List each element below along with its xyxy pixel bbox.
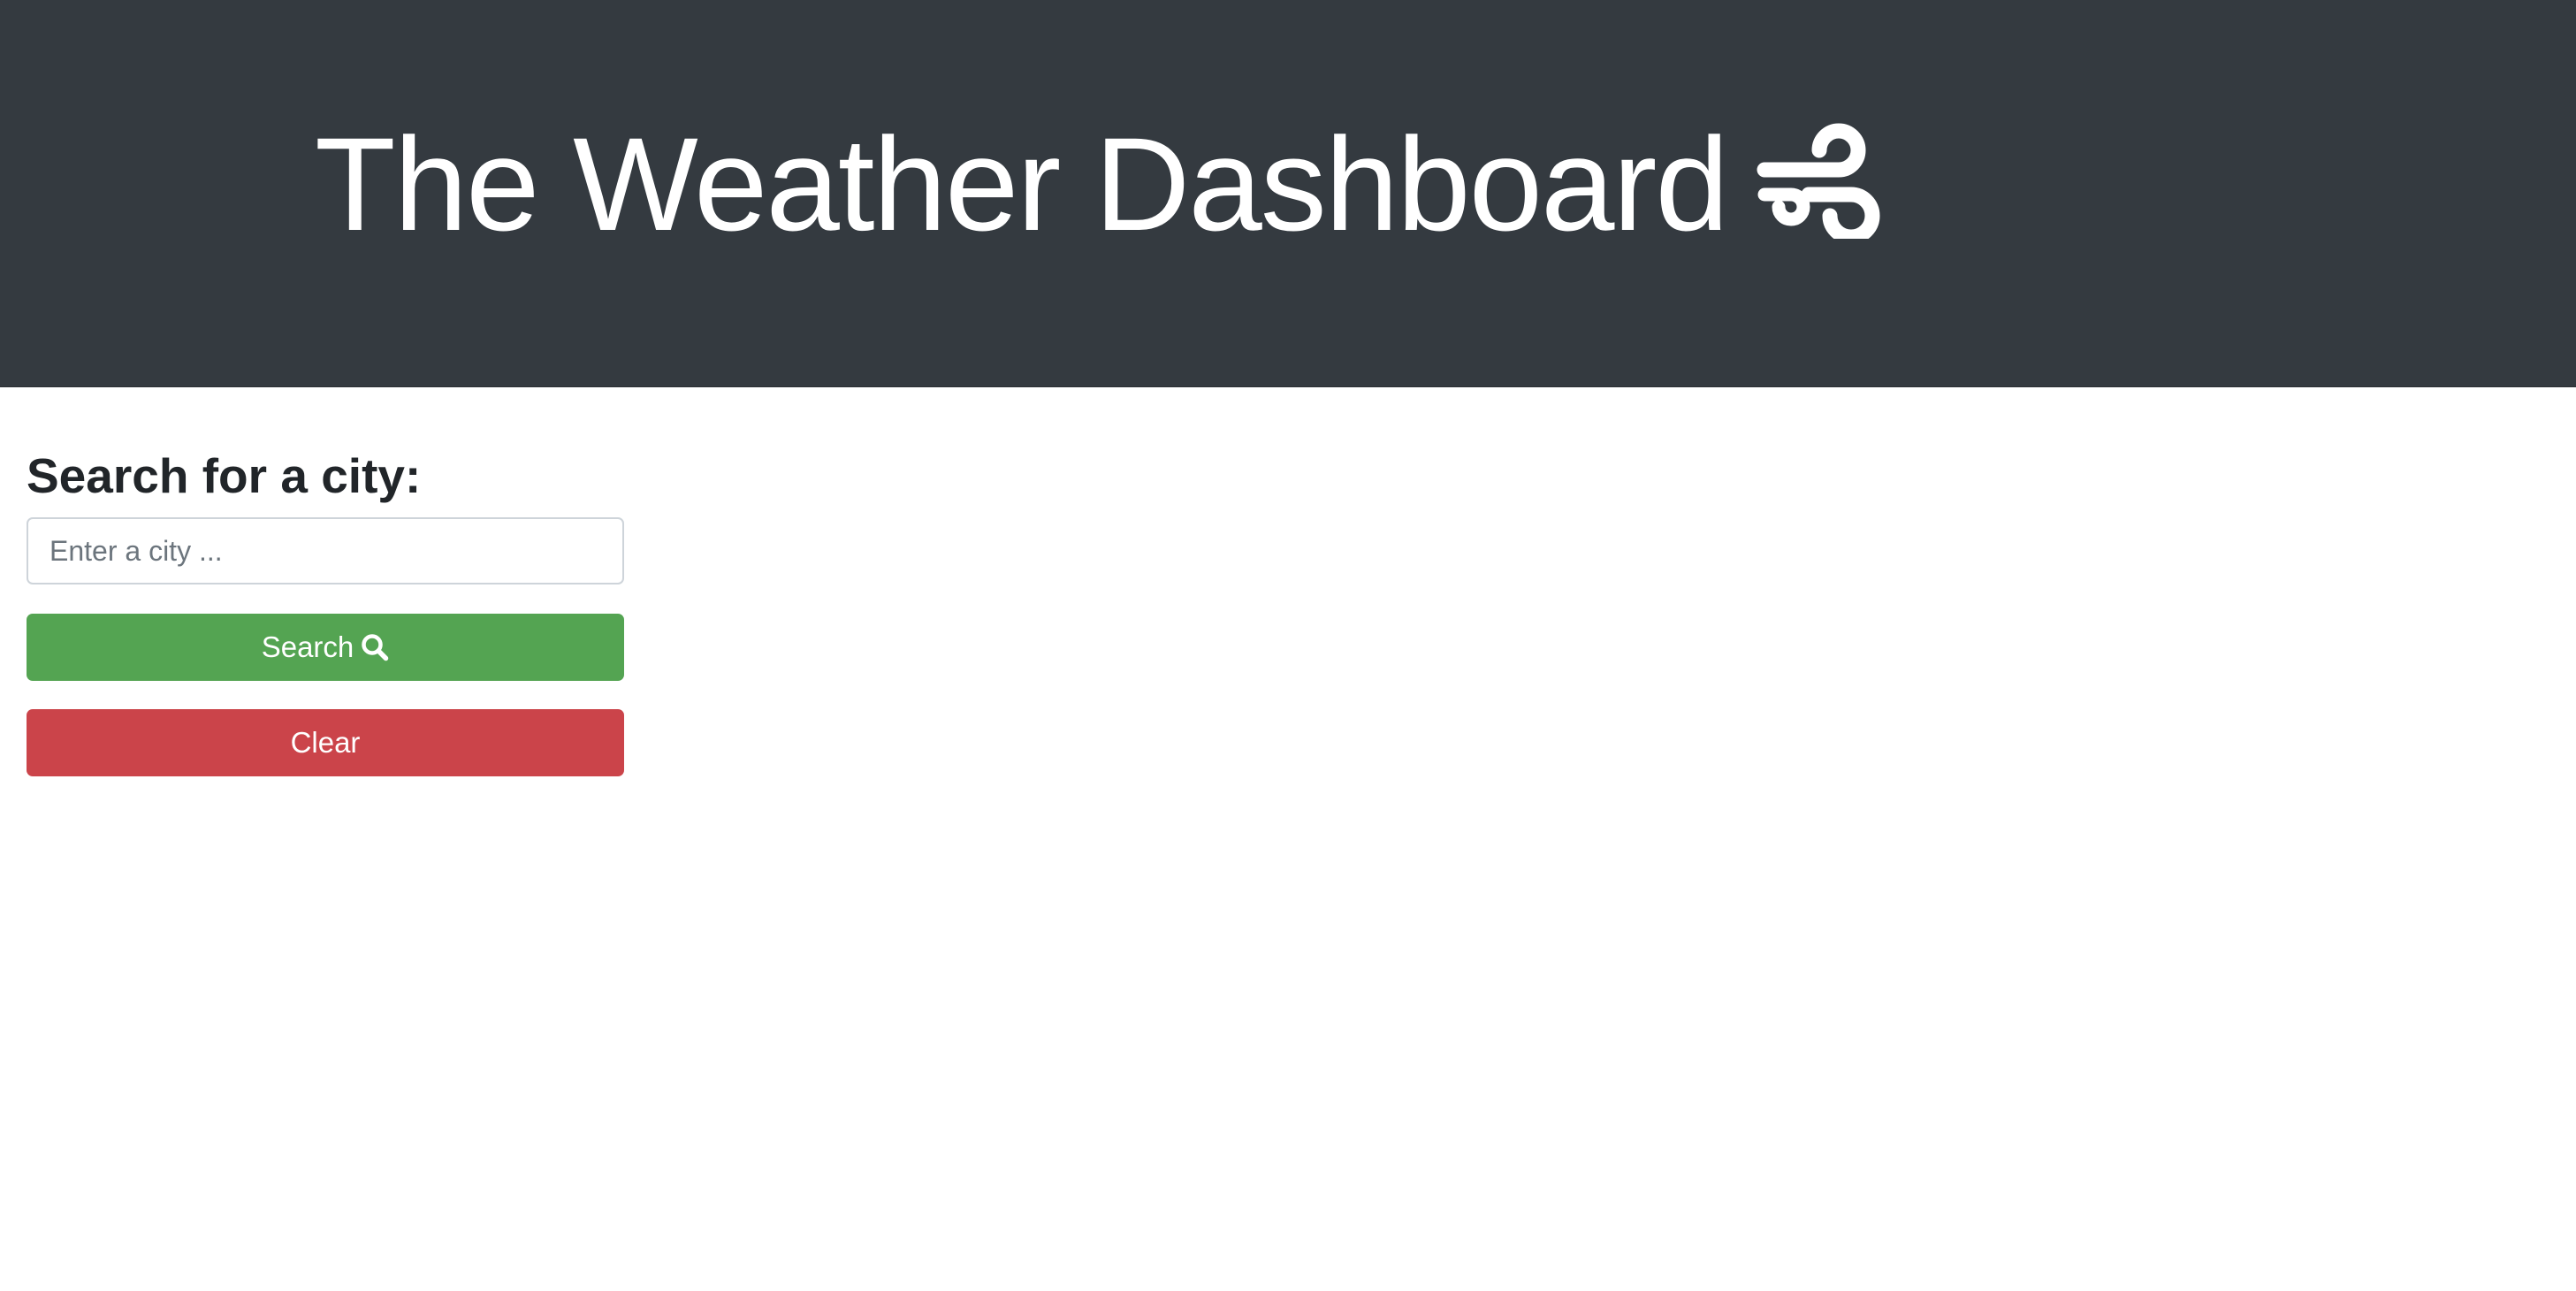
search-icon xyxy=(362,634,389,661)
clear-button-label: Clear xyxy=(290,726,361,759)
search-heading: Search for a city: xyxy=(27,448,422,503)
page-title-text: The Weather Dashboard xyxy=(315,110,1729,258)
city-search-input[interactable] xyxy=(27,517,624,584)
wind-icon xyxy=(1757,123,1880,239)
page-title: The Weather Dashboard xyxy=(315,113,1886,255)
search-panel: Search for a city: Search Clear xyxy=(27,442,624,776)
header-banner: The Weather Dashboard xyxy=(0,0,2576,387)
search-button[interactable]: Search xyxy=(27,614,624,681)
search-button-label: Search xyxy=(261,630,354,663)
clear-button[interactable]: Clear xyxy=(27,709,624,776)
